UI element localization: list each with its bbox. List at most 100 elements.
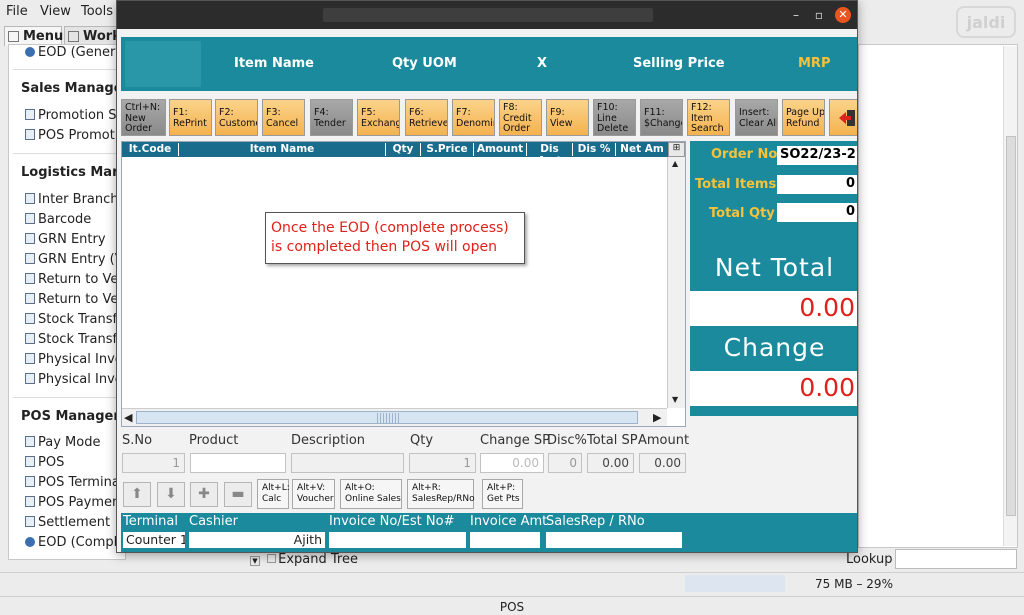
scroll-right-icon[interactable]: ▶ (653, 411, 661, 424)
page-icon (25, 293, 35, 304)
tender-button[interactable]: F4: Tender (310, 99, 353, 136)
tree-item-physical-inventory-1[interactable]: Physical Inve (25, 352, 123, 367)
tree-item-stock-transfer-2[interactable]: Stock Transfe (25, 332, 125, 347)
tree-item-eod-general[interactable]: EOD (General (25, 45, 125, 60)
tree-item-settlement[interactable]: Settlement (25, 515, 110, 530)
page-icon (25, 476, 35, 487)
menu-file[interactable]: File (6, 4, 28, 19)
tree-item-pos-terminal[interactable]: POS Termina (25, 475, 120, 490)
calc-button[interactable]: Alt+L: Calc (257, 479, 290, 509)
exit-button[interactable] (829, 99, 857, 136)
order-summary-panel: Order No SO22/23-2 Total Items 0 Total Q… (690, 141, 857, 416)
tree-item-grn-entry-v[interactable]: GRN Entry (V (25, 252, 124, 267)
item-search-button[interactable]: F12: Item Search (687, 99, 730, 136)
grid-icon (68, 31, 79, 42)
col-qty[interactable]: Qty (386, 143, 421, 156)
product-input[interactable] (190, 453, 286, 473)
tab-work[interactable]: Work (64, 26, 121, 46)
plus-icon: ✚ (198, 486, 210, 502)
tab-menu[interactable]: Menu (4, 26, 63, 46)
refund-button[interactable]: Page Up: Refund (782, 99, 825, 136)
voucher-button[interactable]: Alt+V: Voucher (292, 479, 335, 509)
tree-item-physical-inventory-2[interactable]: Physical Inve (25, 372, 123, 387)
move-up-button[interactable]: ⬆ (123, 482, 151, 507)
expand-tree-toggle[interactable]: ▼ Expand Tree (250, 552, 358, 567)
lookup-input[interactable] (895, 549, 1017, 569)
col-dis-amt[interactable]: Dis Amt (527, 143, 573, 167)
col-net-amount[interactable]: Net Am (616, 143, 668, 156)
dropdown-arrow-icon[interactable]: ▼ (250, 556, 260, 566)
tree-item-pos[interactable]: POS (25, 455, 64, 470)
tree-item-stock-transfer-1[interactable]: Stock Transfe (25, 312, 125, 327)
reduce-qty-button[interactable]: ▬ (224, 482, 252, 507)
col-selling-price[interactable]: S.Price (421, 143, 474, 156)
tree-item-pay-mode[interactable]: Pay Mode (25, 435, 100, 450)
table-vertical-scrollbar[interactable]: ▲ ▼ (667, 157, 685, 408)
tree-item-eod-complete[interactable]: EOD (Comple (25, 535, 125, 550)
get-points-button[interactable]: Alt+P: Get Pts (482, 479, 523, 509)
memory-usage: 75 MB – 29% (815, 577, 893, 591)
invoice-no-label: Invoice No/Est No# (329, 514, 455, 529)
table-header: It.Code Item Name Qty S.Price Amount Dis… (122, 142, 685, 167)
exchange-button[interactable]: F5:Exchange (357, 99, 400, 136)
page-icon (25, 253, 35, 264)
column-chooser-icon[interactable]: ⊞ (668, 142, 685, 157)
close-icon[interactable]: ✕ (835, 7, 851, 23)
maximize-icon[interactable]: ▫ (811, 7, 827, 23)
denomination-button[interactable]: F7: Denomin (452, 99, 495, 136)
tree-item-return-to-vendor-1[interactable]: Return to Ver (25, 272, 124, 287)
amount-label: Amount (638, 433, 690, 448)
new-order-button[interactable]: Ctrl+N: New Order (121, 99, 166, 136)
annotation-callout: Once the EOD (complete process) is compl… (265, 212, 525, 264)
tree-item-pos-payment[interactable]: POS Payment (25, 495, 125, 510)
reprint-button[interactable]: F1: RePrint (169, 99, 212, 136)
workspace-panel (858, 44, 1018, 548)
line-delete-button[interactable]: F10: Line Delete (593, 99, 636, 136)
menu-tools[interactable]: Tools (81, 4, 113, 19)
move-down-button[interactable]: ⬇ (157, 482, 185, 507)
page-icon (25, 333, 35, 344)
disc-pct-input[interactable]: 0 (548, 453, 582, 473)
qty-input[interactable]: 1 (409, 453, 476, 473)
change-sp-input[interactable]: 0.00 (480, 453, 544, 473)
invoice-no-value (329, 532, 466, 548)
clear-all-button[interactable]: Insert: Clear All (735, 99, 778, 136)
scroll-thumb[interactable] (136, 411, 638, 424)
salesrep-button[interactable]: Alt+R: SalesRep/RNo (407, 479, 475, 509)
window-title (323, 8, 653, 22)
tree-item-promotion-setup[interactable]: Promotion Se (25, 108, 125, 123)
tree-item-inter-branch[interactable]: Inter Branch (25, 192, 119, 207)
scroll-left-icon[interactable]: ◀ (124, 411, 132, 424)
workspace-scrollbar[interactable] (1003, 46, 1017, 546)
col-dis-pct[interactable]: Dis % (573, 143, 616, 156)
retrieve-button[interactable]: F6: Retrieve (405, 99, 448, 136)
add-qty-button[interactable]: ✚ (190, 482, 218, 507)
online-sales-button[interactable]: Alt+O: Online Sales (340, 479, 402, 509)
credit-order-button[interactable]: F8: Credit Order (499, 99, 542, 136)
section-title-sales: Sales Manager (21, 81, 126, 96)
scroll-up-icon[interactable]: ▲ (672, 159, 678, 168)
tree-item-grn-entry[interactable]: GRN Entry (25, 232, 106, 247)
qty-label: Qty (410, 433, 434, 448)
col-item-name[interactable]: Item Name (179, 143, 386, 156)
scroll-thumb[interactable] (1006, 136, 1016, 516)
customer-button[interactable]: F2:Customer (215, 99, 258, 136)
table-horizontal-scrollbar[interactable]: ◀ ▶ (122, 408, 667, 426)
change-button[interactable]: F11: $Change (640, 99, 683, 136)
disc-label: Disc% (547, 433, 587, 448)
view-button[interactable]: F9: View (546, 99, 589, 136)
home-icon (8, 31, 19, 42)
scroll-down-icon[interactable]: ▼ (672, 395, 678, 404)
tree-item-pos-promotion[interactable]: POS Promotio (25, 128, 125, 143)
col-amount[interactable]: Amount (474, 143, 527, 156)
tree-item-barcode[interactable]: Barcode (25, 212, 91, 227)
tree-item-return-to-vendor-2[interactable]: Return to Ver (25, 292, 124, 307)
cancel-button[interactable]: F3: Cancel (262, 99, 305, 136)
minimize-icon[interactable]: – (788, 7, 804, 23)
window-titlebar[interactable]: – ▫ ✕ (117, 1, 857, 29)
menu-view[interactable]: View (40, 4, 71, 19)
col-item-code[interactable]: It.Code (122, 143, 179, 156)
annotation-line-2: is completed then POS will open (271, 239, 497, 255)
checkbox-icon[interactable] (267, 554, 277, 563)
bullet-icon (25, 537, 35, 547)
